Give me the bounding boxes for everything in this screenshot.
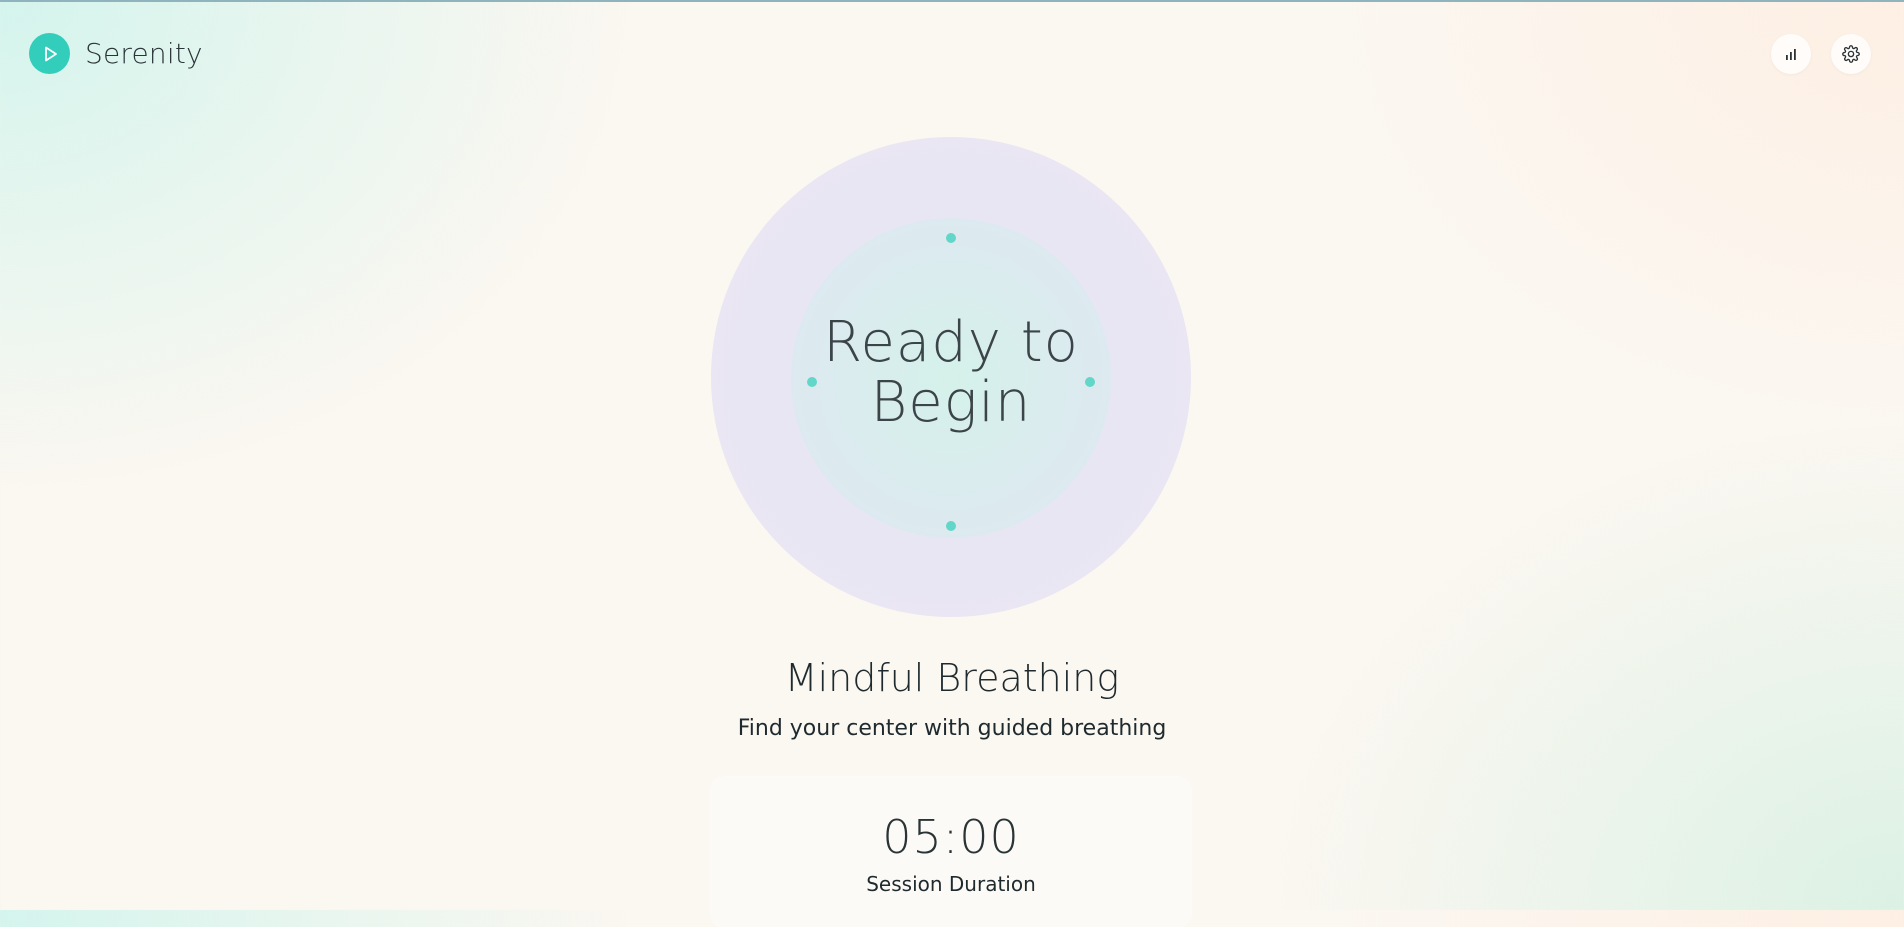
gear-icon [1842,45,1860,63]
breath-marker-top [946,233,956,243]
session-duration-value: 05:00 [882,810,1020,864]
session-title: Mindful Breathing [784,656,1120,700]
bar-chart-icon [1786,49,1796,60]
breathing-status: Ready to Begin [791,313,1111,433]
breathing-status-line-2: Begin [870,370,1032,435]
play-icon [29,33,70,74]
session-subtitle: Find your center with guided breathing [737,716,1167,741]
app-name: Serenity [85,37,203,70]
app-header: Serenity [0,0,1904,110]
session-duration-label: Session Duration [866,872,1036,896]
settings-button[interactable] [1831,34,1871,74]
stats-button[interactable] [1771,34,1811,74]
brand[interactable]: Serenity [29,33,203,74]
breath-marker-bottom [946,521,956,531]
breathing-status-line-1: Ready to [823,310,1079,375]
